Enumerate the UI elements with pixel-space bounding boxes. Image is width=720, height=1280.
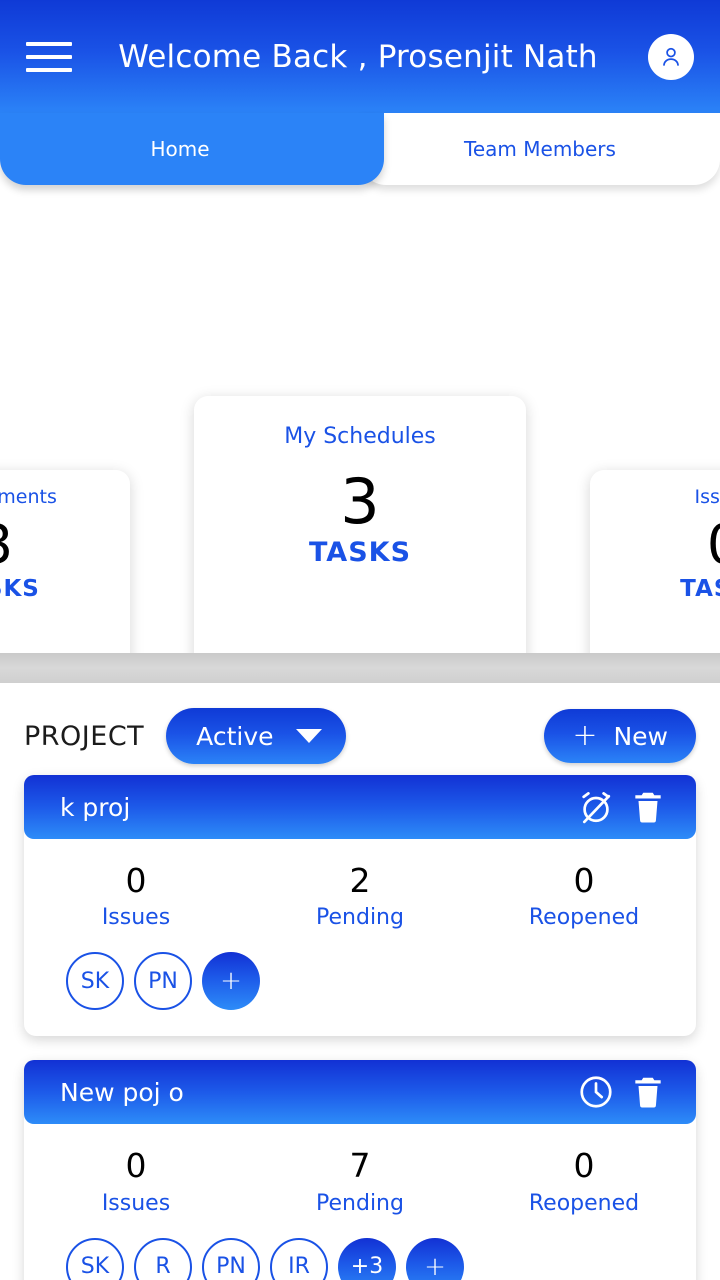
hamburger-menu-icon[interactable]: [26, 38, 74, 76]
stat-label: Pending: [316, 1190, 404, 1216]
hamburger-bar: [26, 41, 72, 46]
summary-card-assignments[interactable]: Assignments 3 TASKS Close : 0: [0, 470, 130, 653]
project-name: New poj o: [60, 1077, 184, 1107]
summary-card-body: My Schedules 3 TASKS: [194, 396, 526, 653]
project-stat-issues: 0 Issues: [24, 861, 248, 931]
tab-home[interactable]: Home: [0, 113, 384, 185]
summary-card-title: Issues: [694, 486, 720, 508]
summary-card-issues[interactable]: Issues 0 TASKS Close : 0: [590, 470, 720, 653]
project-header-bar[interactable]: k proj: [24, 775, 696, 839]
stat-label: Pending: [316, 905, 404, 931]
card-spacer: [0, 1036, 720, 1060]
clock-icon[interactable]: [570, 1066, 622, 1118]
stat-value: 0: [125, 861, 147, 900]
tab-home-label: Home: [150, 137, 210, 161]
tab-bar: Home Team Members: [0, 113, 720, 185]
app-screen: Welcome Back , Prosenjit Nath Home Team …: [0, 0, 720, 1280]
project-member-avatars: SK R PN IR +3 +: [24, 1220, 696, 1280]
trash-icon[interactable]: [622, 1066, 674, 1118]
stat-label: Issues: [101, 1190, 171, 1216]
add-member-button[interactable]: +: [202, 952, 260, 1011]
trash-icon[interactable]: [622, 781, 674, 833]
page-title: Welcome Back , Prosenjit Nath: [118, 38, 598, 75]
summary-card-count: 0: [707, 518, 720, 572]
app-header: Welcome Back , Prosenjit Nath: [0, 0, 720, 113]
member-avatar[interactable]: IR: [270, 1237, 328, 1280]
summary-card-count: 3: [0, 518, 13, 572]
stat-value: 0: [573, 861, 595, 900]
summary-card-count: 3: [340, 465, 380, 538]
stat-label: Reopened: [528, 905, 640, 931]
plus-icon: +: [572, 718, 598, 753]
project-stat-pending: 7 Pending: [248, 1146, 472, 1216]
stat-label: Issues: [101, 905, 171, 931]
project-section-label: PROJECT: [24, 720, 145, 752]
stat-value: 0: [125, 1146, 147, 1186]
summary-card-unit: TASKS: [680, 576, 720, 602]
summary-card-unit: TASKS: [0, 576, 40, 602]
new-project-button[interactable]: + New: [544, 709, 696, 763]
summary-card-body: Issues 0 TASKS: [590, 470, 720, 653]
member-avatar[interactable]: SK: [66, 952, 124, 1011]
project-stat-reopened: 0 Reopened: [472, 861, 696, 931]
project-section: PROJECT Active + New k proj 0 Issues 2 P…: [0, 683, 720, 1280]
project-card[interactable]: New poj o 0 Issues 7 Pending 0 Reopened …: [24, 1060, 696, 1280]
profile-avatar-button[interactable]: [648, 33, 694, 80]
stat-value: 0: [573, 1146, 595, 1186]
summary-card-title: Assignments: [0, 486, 57, 508]
project-status-filter[interactable]: Active: [166, 708, 346, 764]
member-avatar[interactable]: R: [134, 1237, 192, 1280]
member-avatar[interactable]: SK: [66, 1237, 124, 1280]
summary-card-unit: TASKS: [308, 537, 412, 568]
stat-label: Reopened: [528, 1190, 640, 1216]
member-overflow-badge[interactable]: +3: [338, 1237, 396, 1280]
project-stat-pending: 2 Pending: [248, 861, 472, 931]
project-header-bar[interactable]: New poj o: [24, 1060, 696, 1125]
stat-value: 2: [349, 861, 371, 900]
project-stats-row: 0 Issues 7 Pending 0 Reopened: [24, 1124, 696, 1219]
project-card[interactable]: k proj 0 Issues 2 Pending 0 Reopened SK …: [24, 775, 696, 1037]
hamburger-bar: [26, 67, 72, 72]
hamburger-bar: [26, 54, 72, 59]
project-member-avatars: SK PN +: [24, 934, 696, 1036]
member-avatar[interactable]: PN: [134, 952, 192, 1011]
user-avatar-icon: [663, 47, 679, 66]
new-project-label: New: [613, 721, 668, 751]
add-member-button[interactable]: +: [406, 1237, 464, 1280]
tab-team-members[interactable]: Team Members: [360, 113, 720, 185]
summary-card-title: My Schedules: [284, 424, 436, 449]
project-stat-reopened: 0 Reopened: [472, 1146, 696, 1216]
project-status-filter-value: Active: [196, 721, 274, 751]
project-stat-issues: 0 Issues: [24, 1146, 248, 1216]
summary-card-my-schedules[interactable]: My Schedules 3 TASKS Close : 0: [194, 396, 526, 653]
stat-value: 7: [349, 1146, 371, 1186]
project-section-header: PROJECT Active + New: [0, 697, 720, 775]
tab-team-members-label: Team Members: [464, 137, 616, 161]
summary-card-carousel[interactable]: Assignments 3 TASKS Close : 0 My Schedul…: [0, 185, 720, 653]
chevron-down-icon: [295, 729, 322, 743]
section-divider: [0, 653, 720, 683]
member-avatar[interactable]: PN: [202, 1237, 260, 1280]
alarm-off-icon[interactable]: [570, 781, 622, 833]
summary-card-body: Assignments 3 TASKS: [0, 470, 130, 653]
project-stats-row: 0 Issues 2 Pending 0 Reopened: [24, 839, 696, 934]
project-name: k proj: [60, 792, 131, 822]
